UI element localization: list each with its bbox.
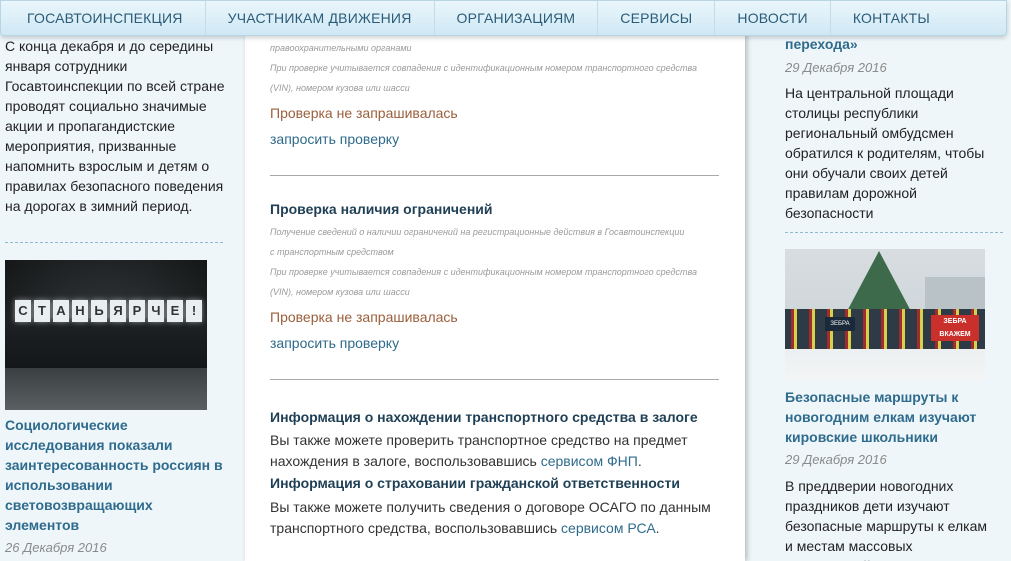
pledge-title: Информация о нахождении транспортного ср… [270, 409, 698, 425]
restrictions-note: Получение сведений о наличии ограничений… [270, 227, 685, 257]
nav-item-contacts[interactable]: КОНТАКТЫ [831, 1, 952, 35]
request-restrictions-check-link[interactable]: запросить проверку [270, 335, 720, 351]
sign-letter: С [15, 300, 31, 322]
wanted-check-status: Проверка не запрашивалась [270, 105, 458, 121]
sign-letter: Ч [148, 300, 164, 322]
news-title-link[interactable]: Социологические исследования показали за… [5, 415, 227, 535]
sign-letter: А [53, 300, 69, 322]
pledge-text: Вы также можете проверить транспортное с… [270, 430, 720, 472]
news-date: 29 Декабря 2016 [785, 60, 887, 75]
sign-letter: Т [34, 300, 50, 322]
news-photo-new-year-tree[interactable]: ЗЕБРА ЗЕБРА ВКАЖЕМ [785, 249, 985, 381]
sign-letter: Р [129, 300, 145, 322]
photo-christmas-tree [845, 251, 913, 315]
news-date: 29 Декабря 2016 [785, 452, 887, 467]
nav-item-news[interactable]: НОВОСТИ [715, 1, 831, 35]
nav-item-participants[interactable]: УЧАСТНИКАМ ДВИЖЕНИЯ [206, 1, 435, 35]
news-separator [785, 232, 1003, 233]
news-separator [5, 242, 223, 243]
wanted-note-vin: При проверке учитывается совпадения с ид… [270, 63, 697, 93]
section-divider [270, 175, 719, 176]
restrictions-title: Проверка наличия ограничений [270, 201, 493, 217]
section-divider [270, 379, 719, 380]
restrictions-note-vin: При проверке учитывается совпадения с ид… [270, 267, 697, 297]
left-news-column: С конца декабря и до середины января сот… [0, 34, 238, 561]
sign-letter: Е [167, 300, 183, 322]
nav-item-organizations[interactable]: ОРГАНИЗАЦИЯМ [435, 1, 599, 35]
sign-letter: Я [110, 300, 126, 322]
sign-letter: Н [72, 300, 88, 322]
insurance-text-end: . [655, 520, 660, 536]
wanted-note-tail: правоохранительными органами [270, 43, 412, 53]
vehicle-check-panel: правоохранительными органами При проверк… [245, 34, 745, 561]
rsa-service-link[interactable]: сервисом РСА [561, 520, 656, 536]
fnp-service-link[interactable]: сервисом ФНП [541, 453, 638, 469]
nav-item-gosavtoinspekciya[interactable]: ГОСАВТОИНСПЕКЦИЯ [1, 1, 206, 35]
photo-banner: ЗЕБРА ВКАЖЕМ [931, 315, 979, 341]
photo-sign: С Т А Н Ь Я Р Ч Е ! [15, 300, 202, 322]
news-title-tail[interactable]: перехода» [785, 34, 990, 54]
photo-small-banner: ЗЕБРА [825, 317, 855, 331]
insurance-title: Информация о страховании гражданской отв… [270, 475, 680, 491]
news-paragraph: На центральной площади столицы республик… [785, 85, 985, 221]
photo-snow [5, 368, 207, 410]
request-wanted-check-link[interactable]: запросить проверку [270, 131, 720, 147]
restrictions-check-status: Проверка не запрашивалась [270, 309, 458, 325]
news-paragraph: С конца декабря и до середины января сот… [5, 38, 225, 214]
sign-letter: ! [186, 300, 202, 322]
nav-item-services[interactable]: СЕРВИСЫ [598, 1, 716, 35]
news-title-link[interactable]: Безопасные маршруты к новогодним елкам и… [785, 387, 990, 447]
top-navigation: ГОСАВТОИНСПЕКЦИЯ УЧАСТНИКАМ ДВИЖЕНИЯ ОРГ… [0, 0, 1007, 36]
news-paragraph: В преддверии новогодних праздников дети … [785, 478, 987, 561]
pledge-text-end: . [637, 453, 642, 469]
insurance-text: Вы также можете получить сведения о дого… [270, 497, 720, 539]
sign-letter: Ь [91, 300, 107, 322]
news-date: 26 Декабря 2016 [5, 540, 107, 555]
news-photo-reflective[interactable]: С Т А Н Ь Я Р Ч Е ! [5, 260, 207, 410]
right-news-column: перехода» 29 Декабря 2016 На центральной… [752, 34, 1011, 561]
